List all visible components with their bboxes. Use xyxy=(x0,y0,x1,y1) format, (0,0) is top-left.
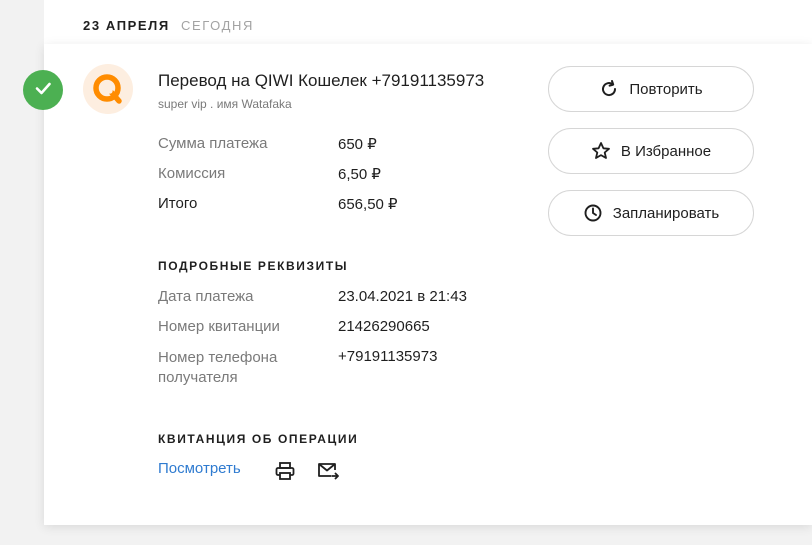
payment-date-label: Дата платежа xyxy=(158,288,254,305)
amount-value: 650 ₽ xyxy=(338,136,377,153)
receipt-number-label: Номер квитанции xyxy=(158,318,280,335)
payment-subtitle: super vip . имя Watafaka xyxy=(158,97,292,111)
qiwi-logo xyxy=(83,64,133,114)
payment-title: Перевод на QIWI Кошелек +79191135973 xyxy=(158,71,485,90)
repeat-button-label: Повторить xyxy=(629,80,703,98)
add-to-favorites-button[interactable]: В Избранное xyxy=(548,128,754,174)
total-label: Итого xyxy=(158,195,198,212)
schedule-button-label: Запланировать xyxy=(612,204,720,222)
recipient-phone-value: +79191135973 xyxy=(338,348,438,365)
printer-icon[interactable] xyxy=(274,460,296,482)
date-relative-label: СЕГОДНЯ xyxy=(181,18,254,33)
clock-icon xyxy=(583,203,603,223)
star-icon xyxy=(591,141,611,161)
repeat-icon xyxy=(599,79,619,99)
details-section-title: ПОДРОБНЫЕ РЕКВИЗИТЫ xyxy=(158,259,349,273)
date-label: 23 АПРЕЛЯ xyxy=(83,18,170,33)
schedule-button[interactable]: Запланировать xyxy=(548,190,754,236)
payment-card xyxy=(44,44,812,525)
repeat-button[interactable]: Повторить xyxy=(548,66,754,112)
view-receipt-link[interactable]: Посмотреть xyxy=(158,460,241,477)
receipt-number-value: 21426290665 xyxy=(338,318,430,335)
commission-value: 6,50 ₽ xyxy=(338,166,381,183)
total-value: 656,50 ₽ xyxy=(338,196,398,213)
payment-page: 23 АПРЕЛЯ СЕГОДНЯ Перевод на QIWI Кошеле… xyxy=(0,0,812,545)
commission-label: Комиссия xyxy=(158,165,226,182)
success-status xyxy=(23,70,63,110)
mail-forward-icon[interactable] xyxy=(317,460,339,482)
amount-label: Сумма платежа xyxy=(158,135,268,152)
recipient-phone-label: Номер телефона получателя xyxy=(158,349,278,386)
payment-date-value: 23.04.2021 в 21:43 xyxy=(338,288,467,305)
check-icon xyxy=(33,78,53,103)
qiwi-logo-icon xyxy=(93,74,122,104)
receipt-section-title: КВИТАНЦИЯ ОБ ОПЕРАЦИИ xyxy=(158,432,359,446)
favorites-button-label: В Избранное xyxy=(620,142,712,160)
